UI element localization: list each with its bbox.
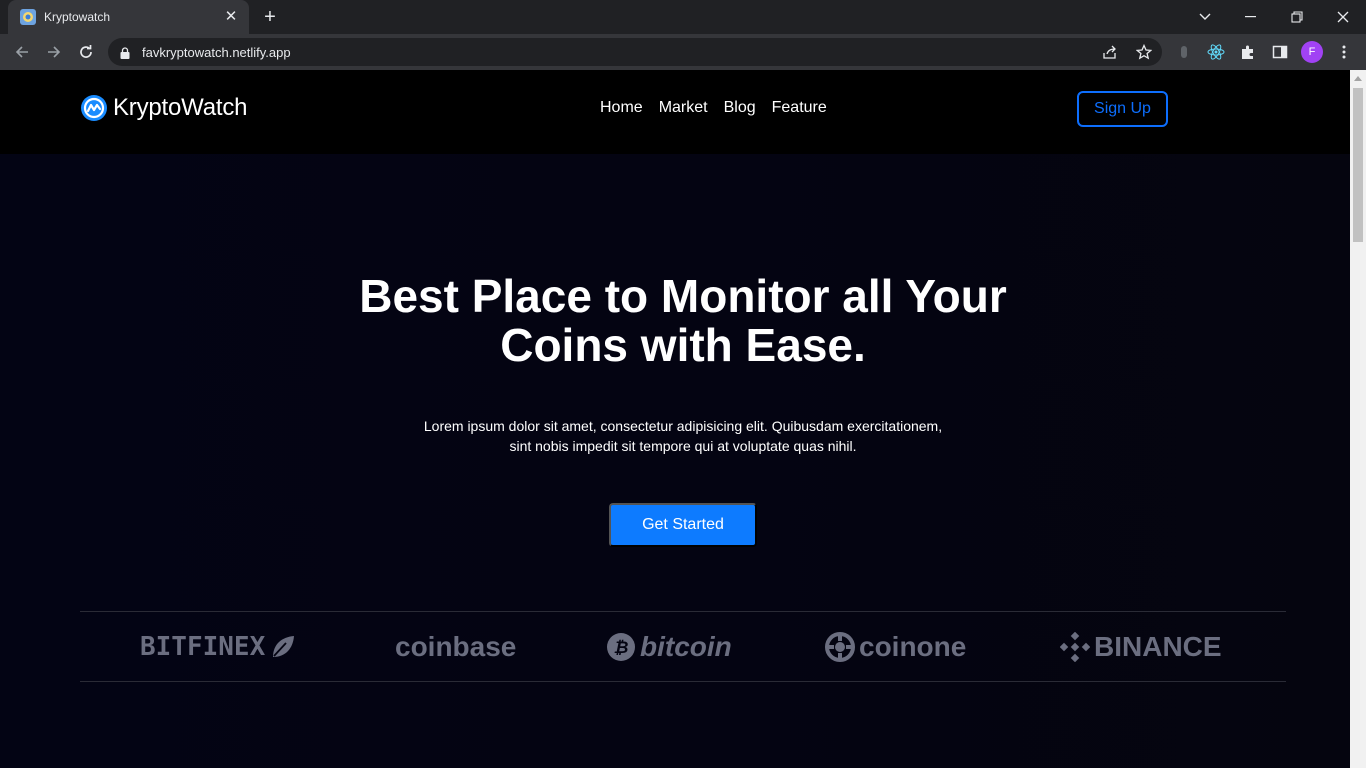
browser-toolbar: favkryptowatch.netlify.app F (0, 34, 1366, 70)
coinbase-logo: coinbase (395, 629, 516, 665)
bookmark-star-icon[interactable] (1135, 43, 1153, 61)
main-nav: Home Market Blog Feature (600, 99, 827, 117)
browser-tab-bar: Kryptowatch ✕ + (0, 0, 1366, 34)
nav-feature-link[interactable]: Feature (772, 99, 827, 117)
binance-icon (1060, 632, 1090, 662)
address-bar[interactable]: favkryptowatch.netlify.app (108, 38, 1162, 66)
bitcoin-icon: ₿ (607, 633, 635, 661)
bitfinex-text: BITFINEX (140, 632, 266, 662)
binance-logo: BINANCE (1060, 629, 1222, 665)
hero-title-line-1: Best Place to Monitor all Your (359, 270, 1007, 322)
url-text: favkryptowatch.netlify.app (142, 45, 291, 60)
profile-avatar[interactable]: F (1301, 41, 1323, 63)
hero-title: Best Place to Monitor all Your Coins wit… (0, 272, 1350, 370)
coinone-logo: coinone (825, 629, 966, 665)
menu-kebab-icon[interactable] (1334, 42, 1354, 62)
extensions-puzzle-icon[interactable] (1238, 42, 1258, 62)
coinone-icon (825, 632, 855, 662)
nav-market-link[interactable]: Market (659, 99, 708, 117)
logo-text: KryptoWatch (113, 94, 248, 121)
leaf-icon (273, 636, 295, 657)
tab-search-icon[interactable] (1182, 0, 1228, 34)
bitcoin-logo: ₿ bitcoin (606, 629, 732, 665)
page-viewport: KryptoWatch Home Market Blog Feature Sig… (0, 70, 1350, 768)
scrollbar-thumb[interactable] (1353, 88, 1363, 242)
page-scrollbar[interactable] (1350, 70, 1366, 768)
reload-icon[interactable] (74, 40, 98, 64)
close-window-icon[interactable] (1320, 0, 1366, 34)
tab-title: Kryptowatch (44, 10, 111, 24)
restore-icon[interactable] (1274, 0, 1320, 34)
back-arrow-icon[interactable] (10, 40, 34, 64)
get-started-button[interactable]: Get Started (609, 503, 757, 547)
hero-section: Best Place to Monitor all Your Coins wit… (0, 154, 1350, 768)
react-devtools-icon[interactable] (1206, 42, 1226, 62)
partner-logos-strip: BITFINEX coinbase ₿ bitcoin coinone BINA… (80, 611, 1286, 682)
bitfinex-logo: BITFINEX (140, 629, 296, 665)
new-tab-icon[interactable]: + (260, 7, 280, 27)
lock-icon[interactable] (120, 46, 130, 64)
site-favicon-icon (20, 9, 36, 25)
hero-subtitle-line-2: sint nobis impedit sit tempore qui at vo… (509, 438, 857, 454)
coinone-text: coinone (859, 631, 967, 662)
forward-arrow-icon[interactable] (42, 40, 66, 64)
kryptowatch-logo-icon (81, 95, 107, 121)
site-header: KryptoWatch Home Market Blog Feature Sig… (0, 70, 1350, 154)
sign-up-button[interactable]: Sign Up (1077, 91, 1168, 127)
hero-title-line-2: Coins with Ease. (500, 319, 866, 371)
side-panel-icon[interactable] (1270, 42, 1290, 62)
bitcoin-text: bitcoin (640, 631, 732, 662)
binance-text: BINANCE (1094, 631, 1222, 662)
svg-text:₿: ₿ (614, 638, 629, 658)
site-logo[interactable]: KryptoWatch (80, 94, 247, 122)
share-icon[interactable] (1101, 43, 1119, 61)
hero-subtitle-line-1: Lorem ipsum dolor sit amet, consectetur … (423, 418, 943, 434)
extension-icon[interactable] (1174, 42, 1194, 62)
nav-blog-link[interactable]: Blog (724, 99, 756, 117)
browser-tab[interactable]: Kryptowatch ✕ (8, 0, 249, 34)
scroll-up-arrow-icon[interactable] (1354, 76, 1362, 81)
nav-home-link[interactable]: Home (600, 99, 643, 117)
minimize-icon[interactable] (1228, 0, 1274, 34)
coinbase-text: coinbase (395, 631, 517, 662)
hero-subtitle: Lorem ipsum dolor sit amet, consectetur … (0, 416, 1350, 456)
close-tab-icon[interactable]: ✕ (223, 9, 239, 25)
